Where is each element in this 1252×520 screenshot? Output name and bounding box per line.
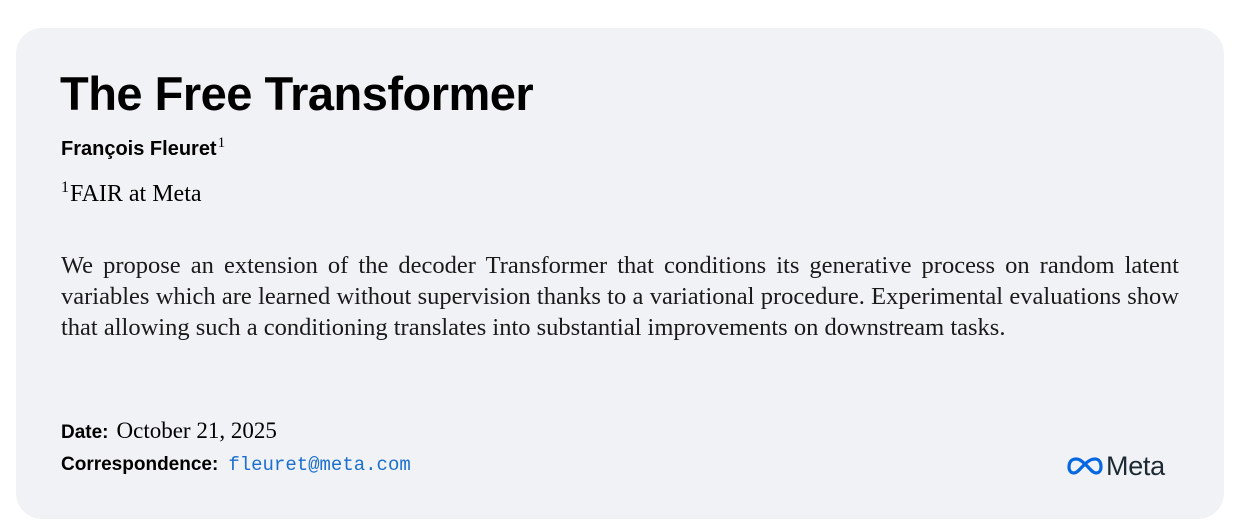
correspondence-row: Correspondence: fleuret@meta.com xyxy=(61,450,411,479)
date-value: October 21, 2025 xyxy=(116,418,277,443)
affiliation-line: 1FAIR at Meta xyxy=(61,179,202,212)
date-row: Date: October 21, 2025 xyxy=(61,417,277,447)
author-name: François Fleuret xyxy=(61,138,217,160)
affiliation-superscript: 1 xyxy=(61,179,69,196)
author-line: François Fleuret1 xyxy=(61,135,226,164)
paper-header-card: The Free Transformer François Fleuret1 1… xyxy=(16,28,1224,519)
paper-title: The Free Transformer xyxy=(60,67,534,120)
meta-infinity-icon xyxy=(1067,457,1103,475)
correspondence-email-link[interactable]: fleuret@meta.com xyxy=(228,454,410,476)
abstract: We propose an extension of the decoder T… xyxy=(61,252,1179,341)
author-superscript: 1 xyxy=(217,135,226,151)
date-label: Date: xyxy=(61,422,109,443)
meta-logo-text: Meta xyxy=(1106,450,1165,481)
affiliation-name: FAIR at Meta xyxy=(70,181,202,207)
meta-logo: Meta xyxy=(1067,451,1165,481)
correspondence-label: Correspondence: xyxy=(61,454,219,475)
